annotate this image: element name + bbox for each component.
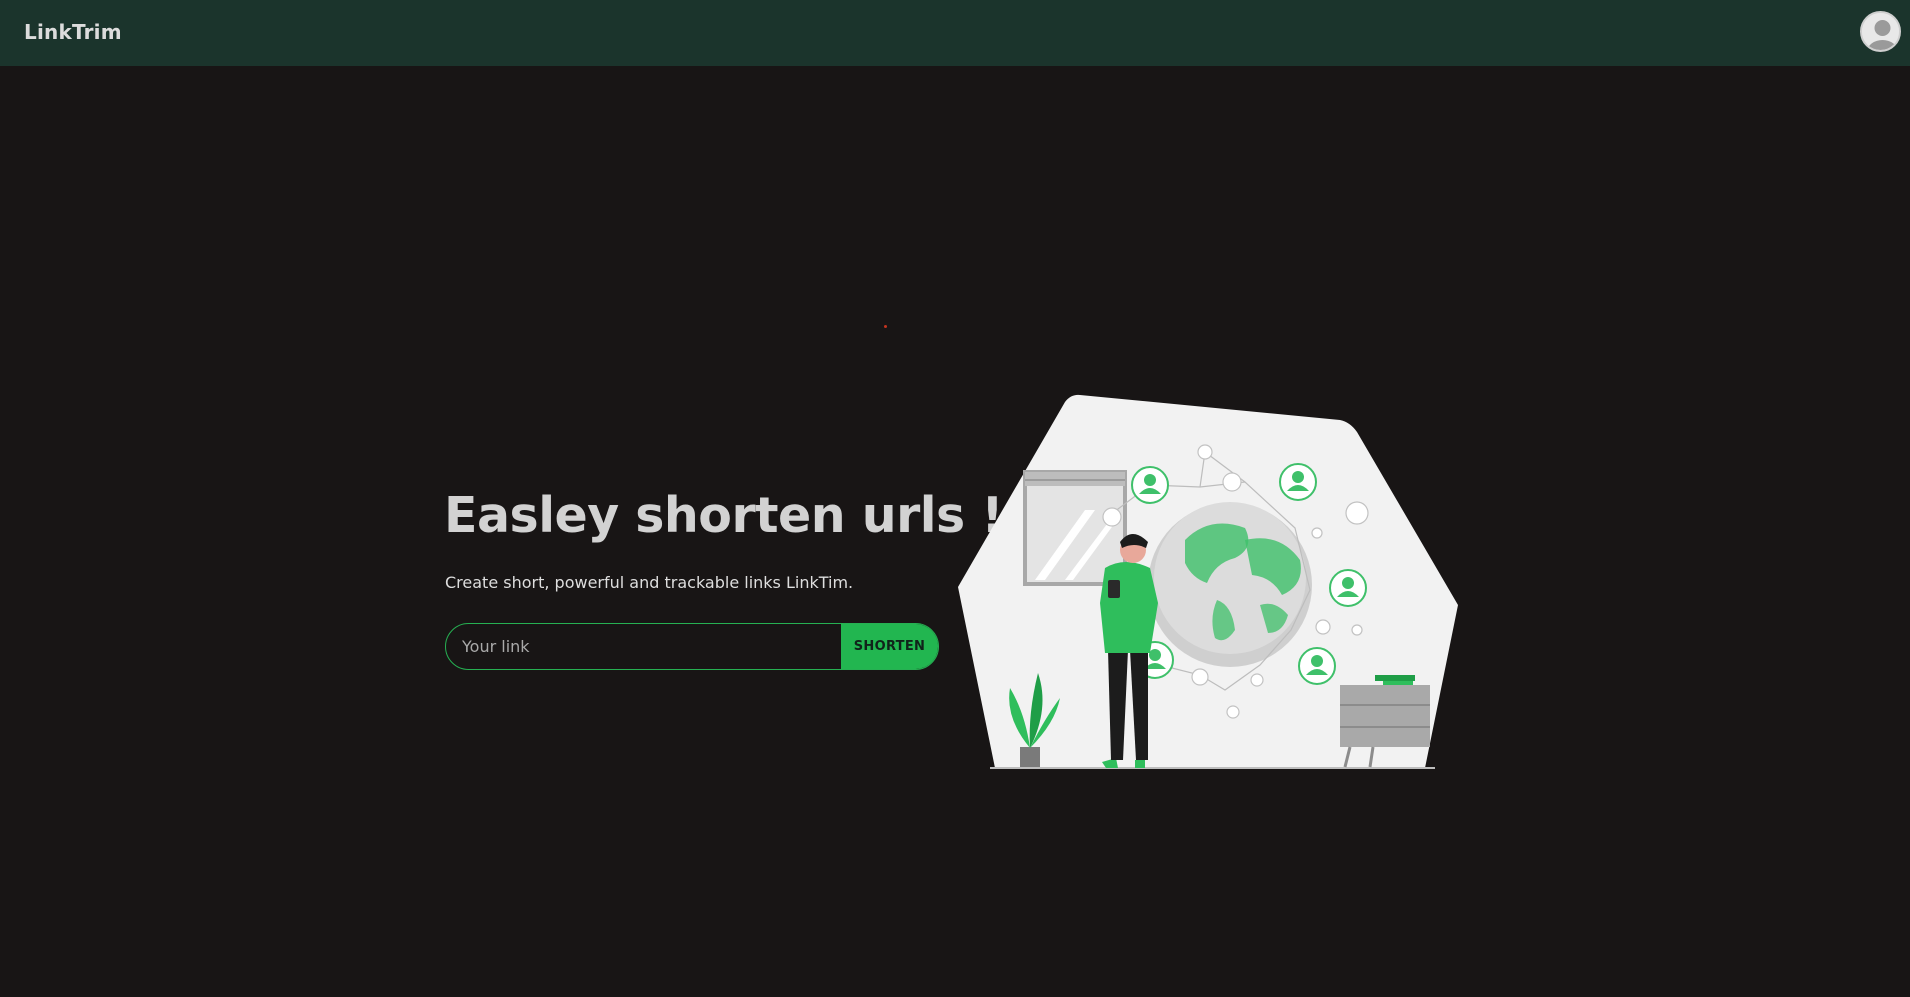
link-input[interactable]: [446, 624, 841, 669]
brand-logo[interactable]: LinkTrim: [24, 20, 122, 44]
navbar: LinkTrim: [0, 0, 1910, 66]
hero-title: Easley shorten urls !: [444, 487, 1004, 544]
hero-subtitle: Create short, powerful and trackable lin…: [445, 573, 854, 592]
globe-network-illustration: [955, 390, 1460, 775]
user-avatar-icon[interactable]: [1860, 11, 1901, 52]
red-dot: [884, 325, 887, 328]
shorten-form: SHORTEN: [445, 623, 939, 670]
shorten-button[interactable]: SHORTEN: [841, 624, 938, 669]
